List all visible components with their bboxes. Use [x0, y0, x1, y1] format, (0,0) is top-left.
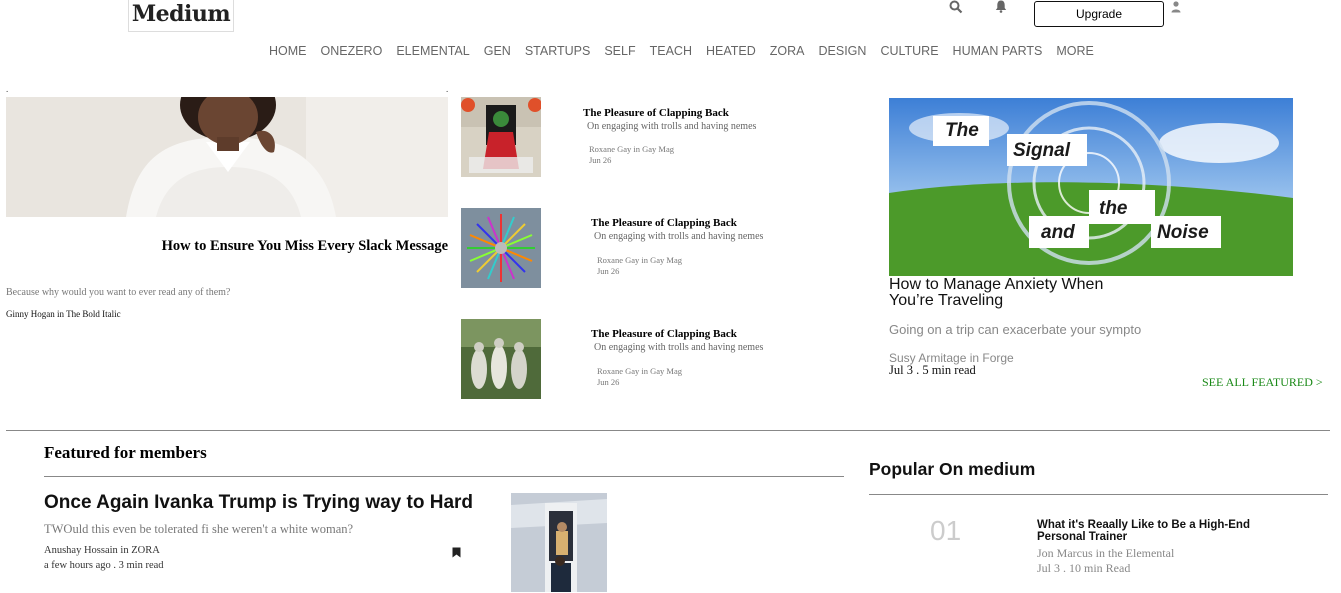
nav-item-more[interactable]: MORE [1056, 44, 1094, 58]
top-nav: HOME ONEZERO ELEMENTAL GEN STARTUPS SELF… [269, 44, 1094, 58]
nav-item-human-parts[interactable]: HUMAN PARTS [953, 44, 1043, 58]
hero-article-subtitle: Because why would you want to ever read … [6, 287, 231, 298]
nav-item-zora[interactable]: ZORA [770, 44, 805, 58]
featured-article-date: Jul 3 . 5 min read [889, 363, 976, 377]
nav-item-elemental[interactable]: ELEMENTAL [396, 44, 469, 58]
nav-item-onezero[interactable]: ONEZERO [321, 44, 383, 58]
featured-article-title[interactable]: How to Manage Anxiety When You’re Travel… [889, 277, 1139, 309]
popular-rank-number: 01 [930, 515, 962, 546]
article-subtitle: On engaging with trolls and having nemes [587, 121, 757, 132]
hero-image[interactable] [6, 97, 448, 217]
popular-section-heading: Popular On medium [869, 459, 1036, 479]
members-article-date: a few hours ago . 3 min read [44, 560, 164, 571]
nav-item-home[interactable]: HOME [269, 44, 307, 58]
article-title[interactable]: The Pleasure of Clapping Back [591, 328, 737, 340]
members-divider [44, 476, 844, 477]
dot-marker: . [6, 84, 9, 94]
members-article-title[interactable]: Once Again Ivanka Trump is Trying way to… [44, 492, 473, 514]
popular-article-author[interactable]: Jon Marcus in the Elemental [1037, 546, 1174, 561]
featured-image[interactable]: The Signal and the Noise [889, 98, 1293, 276]
bookmark-icon[interactable] [452, 545, 461, 563]
article-author[interactable]: Roxane Gay in Gay Mag [597, 255, 682, 265]
section-divider [6, 430, 1330, 431]
members-article-subtitle: TWOuld this even be tolerated fi she wer… [44, 522, 354, 536]
article-thumbnail[interactable] [461, 208, 541, 288]
nav-item-design[interactable]: DESIGN [819, 44, 867, 58]
see-all-featured-link[interactable]: SEE ALL FEATURED > [1202, 375, 1323, 390]
logo-text: Medium [131, 1, 231, 27]
search-icon[interactable] [949, 0, 965, 16]
members-article-image[interactable] [511, 493, 607, 592]
hero-article-author[interactable]: Ginny Hogan in The Bold Italic [6, 309, 121, 319]
members-section-heading: Featured for members [44, 443, 207, 462]
article-title[interactable]: The Pleasure of Clapping Back [583, 107, 729, 119]
nav-item-teach[interactable]: TEACH [650, 44, 692, 58]
dot-marker: . [446, 84, 449, 94]
article-date: Jun 26 [589, 155, 612, 165]
article-thumbnail[interactable] [461, 319, 541, 399]
image-word: and [1041, 222, 1075, 243]
featured-article-subtitle: Going on a trip can exacerbate your symp… [889, 322, 1142, 337]
hero-article-title[interactable]: How to Ensure You Miss Every Slack Messa… [162, 238, 448, 255]
members-article-author[interactable]: Anushay Hossain in ZORA [44, 545, 160, 556]
upgrade-button[interactable]: Upgrade [1034, 1, 1164, 27]
nav-item-self[interactable]: SELF [604, 44, 635, 58]
popular-article-date: Jul 3 . 10 min Read [1037, 561, 1131, 575]
medium-logo[interactable]: Medium [128, 0, 234, 32]
popular-article-title[interactable]: What it's Reaally Like to Be a High-End … [1037, 519, 1277, 543]
article-title[interactable]: The Pleasure of Clapping Back [591, 217, 737, 229]
article-date: Jun 26 [597, 377, 620, 387]
image-word: Noise [1157, 222, 1209, 243]
image-word: Signal [1013, 140, 1071, 161]
article-author[interactable]: Roxane Gay in Gay Mag [589, 144, 674, 154]
article-subtitle: On engaging with trolls and having nemes [594, 342, 764, 353]
nav-item-startups[interactable]: STARTUPS [525, 44, 591, 58]
article-subtitle: On engaging with trolls and having nemes [594, 231, 764, 242]
popular-divider [869, 494, 1328, 495]
nav-item-culture[interactable]: CULTURE [880, 44, 938, 58]
image-word: the [1099, 198, 1128, 219]
article-date: Jun 26 [597, 266, 620, 276]
article-author[interactable]: Roxane Gay in Gay Mag [597, 366, 682, 376]
nav-item-heated[interactable]: HEATED [706, 44, 756, 58]
bell-icon[interactable] [995, 0, 1011, 16]
article-thumbnail[interactable] [461, 97, 541, 177]
image-word: The [945, 120, 979, 141]
user-icon[interactable] [1171, 0, 1187, 16]
nav-item-gen[interactable]: GEN [484, 44, 511, 58]
